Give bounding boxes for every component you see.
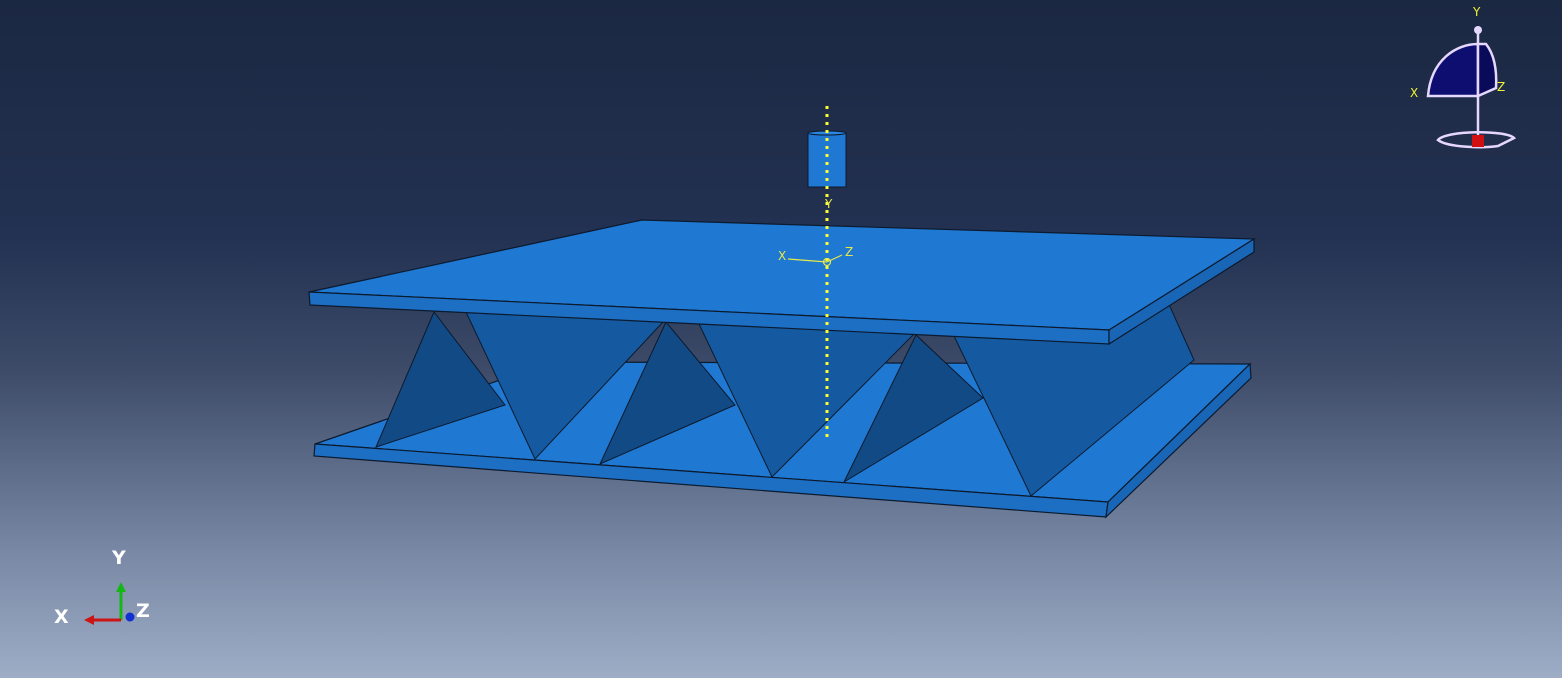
triad-x-label: X (54, 606, 69, 628)
view-cube-y-knob[interactable] (1474, 26, 1482, 34)
view-cube-x-label: X (1410, 86, 1418, 100)
view-cube-marker[interactable] (1472, 135, 1484, 147)
view-cube-side-face[interactable] (1476, 42, 1498, 98)
local-csys-z-label: Z (845, 245, 853, 259)
y-axis-arrowhead (116, 582, 126, 592)
view-cube-z-label: Z (1497, 80, 1505, 94)
local-csys-y-label: Y (824, 197, 833, 211)
triad-z-label: Z (136, 600, 150, 622)
graphics-viewport[interactable]: X Y Z Y X Z Y X Z (0, 0, 1562, 678)
sandwich-panel-model[interactable]: X Y Z (0, 0, 1562, 678)
view-cube-y-label: Y (1472, 5, 1481, 19)
view-cube-front-face[interactable] (1426, 42, 1480, 98)
local-csys-x-label: X (778, 249, 786, 263)
x-axis-arrowhead (84, 615, 94, 625)
top-plate-top-face (308, 219, 1256, 331)
triad-y-label: Y (111, 547, 126, 569)
global-axis-triad: Y X Z (54, 547, 150, 628)
z-axis-dot (125, 612, 135, 622)
top-plate[interactable] (308, 219, 1256, 346)
view-orientation-cube[interactable]: Y X Z (1396, 0, 1536, 160)
